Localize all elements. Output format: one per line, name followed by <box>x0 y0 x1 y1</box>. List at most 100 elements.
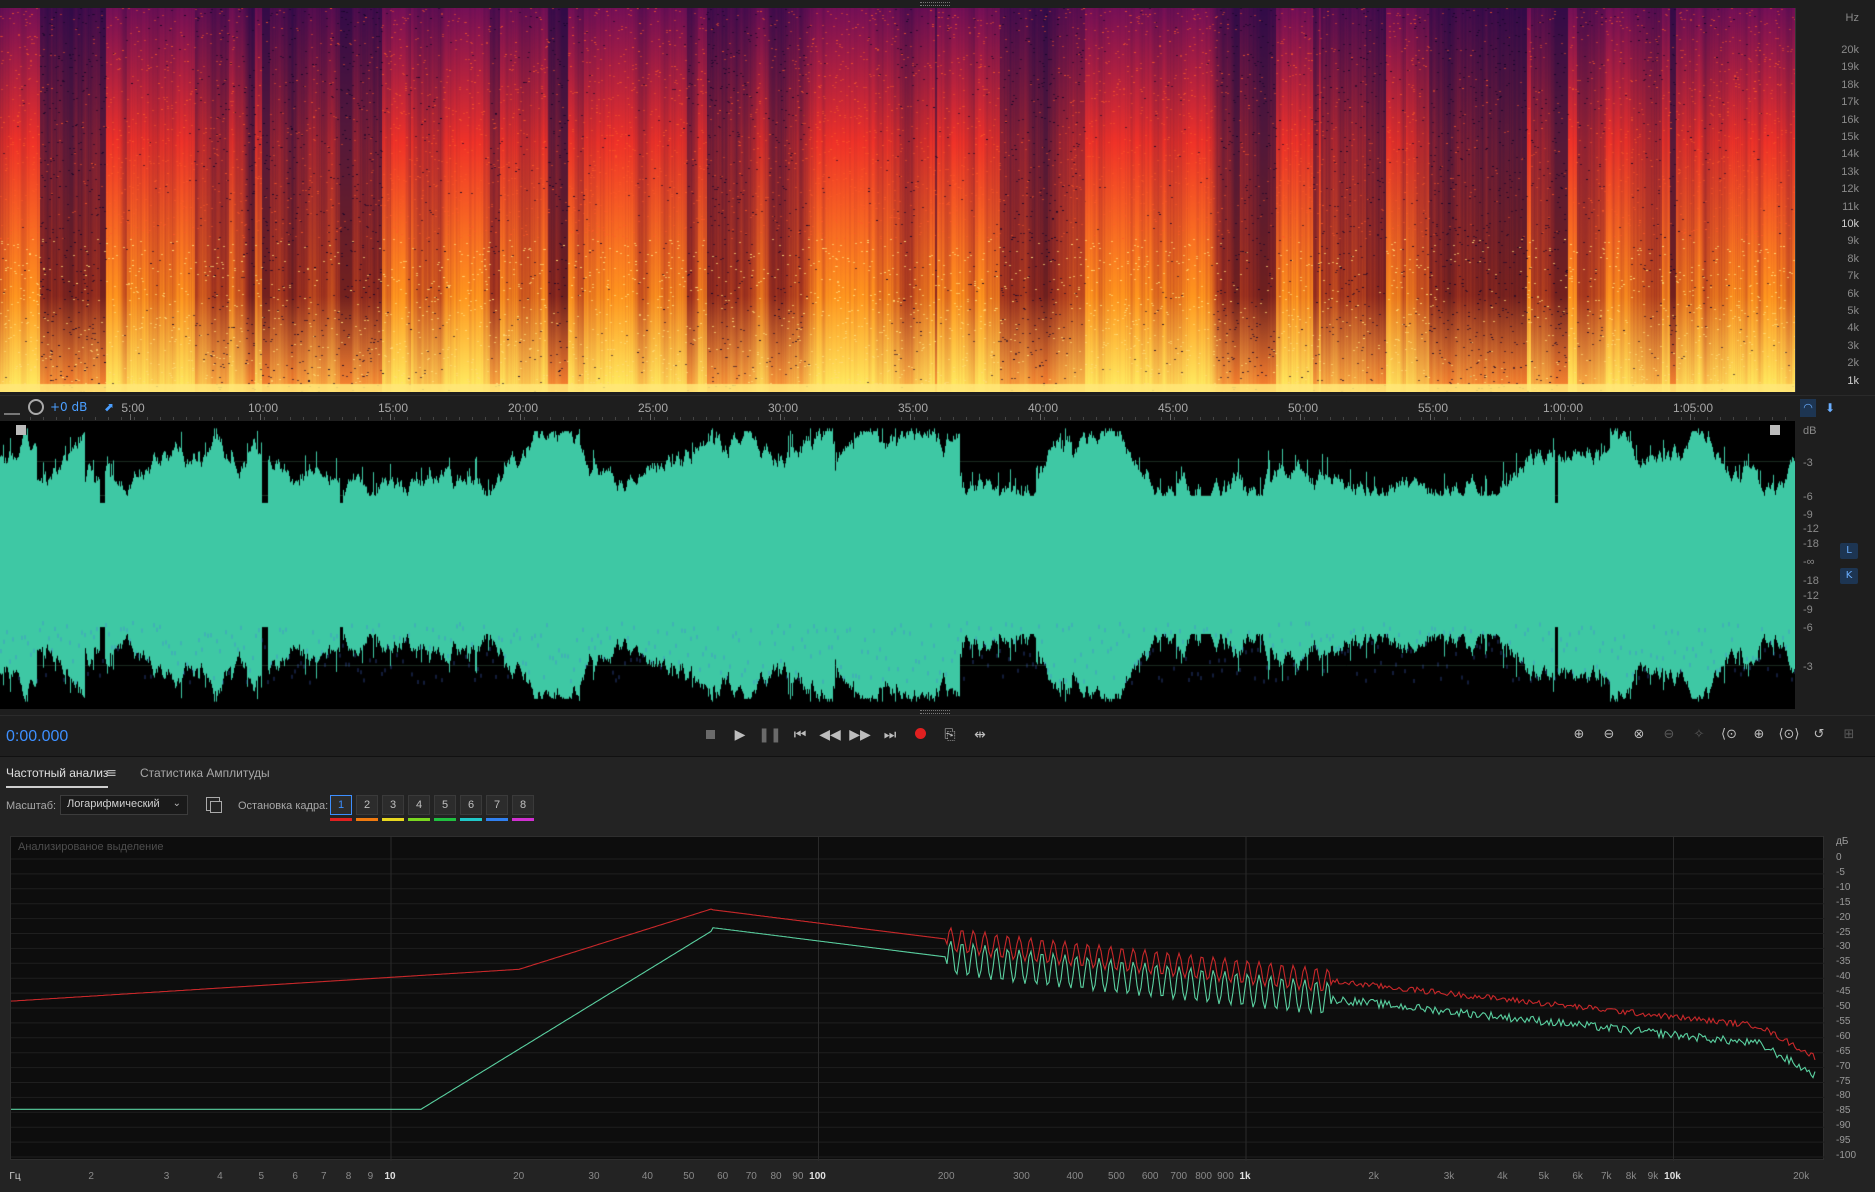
timeline-minor-tick <box>966 417 967 420</box>
timeline-minor-tick <box>1564 417 1565 420</box>
tab-amplitude-statistics[interactable]: Статистика Амплитуды <box>140 766 270 780</box>
timeline-minor-tick <box>1590 417 1591 420</box>
freeze-frame-button-8[interactable]: 8 <box>512 795 534 815</box>
frequency-axis: Гц 2 3 4 5 6 7 8 9 10 20 30 40 50 60 70 80 90 100 200 300 40… <box>0 1160 1875 1192</box>
timeline-minor-tick <box>43 417 44 420</box>
frequency-axis-label: 3k <box>1443 1171 1455 1182</box>
gain-value[interactable]: +0 dB <box>50 400 87 414</box>
zoom-in-left-button[interactable]: ⟨⊙ <box>1716 724 1742 746</box>
timeline-ruler[interactable]: ⬈ 5:00 10:00 15:00 20:00 25:00 30:00 35:00 40:0… <box>0 395 1875 421</box>
waveform-resize-handle[interactable] <box>920 710 950 714</box>
frequency-axis-label: 2k <box>1368 1171 1379 1182</box>
waveform-db-label: -∞ <box>1803 556 1815 568</box>
timeline-minor-tick <box>641 417 642 420</box>
zoom-reset-button[interactable]: ⊗ <box>1626 724 1652 746</box>
zoom-to-playhead-button[interactable]: ⊞ <box>1836 724 1862 746</box>
timeline-minor-tick <box>56 417 57 420</box>
waveform-db-label: -6 <box>1803 622 1813 634</box>
pause-button[interactable]: ❚❚ <box>758 724 782 746</box>
channel-right-badge[interactable]: K <box>1840 568 1858 584</box>
zoom-out-full-button[interactable]: ⟨⊙⟩ <box>1776 724 1802 746</box>
freeze-frame-button-3[interactable]: 3 <box>382 795 404 815</box>
zoom-history-button[interactable]: ↺ <box>1806 724 1832 746</box>
spectrogram-canvas <box>0 8 1795 392</box>
timeline-minor-tick <box>1603 417 1604 420</box>
channel-left-badge[interactable]: L <box>1840 543 1858 559</box>
freeze-frame-button-2[interactable]: 2 <box>356 795 378 815</box>
go-to-start-button[interactable]: ⏮ <box>788 724 812 746</box>
gain-knob-icon[interactable] <box>28 399 44 415</box>
spectrogram-view[interactable] <box>0 8 1795 392</box>
zoom-reset-icon: ⊗ <box>1633 727 1645 742</box>
freeze-frame-button-1[interactable]: 1 <box>330 795 352 815</box>
timeline-minor-tick <box>784 417 785 420</box>
headphones-icon[interactable]: ◠ <box>1800 399 1816 417</box>
tab-frequency-analysis[interactable]: Частотный анализ <box>6 766 109 788</box>
play-button[interactable]: ▶ <box>728 724 752 746</box>
frequency-axis-label: 30 <box>588 1171 600 1182</box>
timeline-minor-tick <box>797 417 798 420</box>
frequency-db-label: -90 <box>1836 1120 1851 1132</box>
copy-graph-icon[interactable] <box>206 797 222 813</box>
timeline-minor-tick <box>1655 417 1656 420</box>
zoom-in-time-button[interactable]: ⊕ <box>1746 724 1772 746</box>
freeze-frame-color-bar <box>382 818 404 821</box>
stop-button[interactable] <box>698 724 722 746</box>
current-time-display[interactable]: 0:00.000 <box>6 728 68 746</box>
timeline-minor-tick <box>1421 417 1422 420</box>
freeze-frame-label: Остановка кадра: <box>238 800 329 812</box>
timeline-minor-tick <box>550 417 551 420</box>
waveform-db-label: -9 <box>1803 509 1813 521</box>
timeline-minor-tick <box>1746 417 1747 420</box>
panel-resize-handle[interactable] <box>920 2 950 6</box>
freeze-frame-button-4[interactable]: 4 <box>408 795 430 815</box>
timeline-minor-tick <box>472 417 473 420</box>
freeze-frame-button-7[interactable]: 7 <box>486 795 508 815</box>
timeline-label: 1:00:00 <box>1542 401 1584 415</box>
go-to-end-button[interactable]: ⏭ <box>878 724 902 746</box>
timeline-minor-tick <box>1512 417 1513 420</box>
frequency-axis-label: 6 <box>292 1171 298 1182</box>
frequency-axis-label: 9 <box>367 1171 374 1182</box>
marker-icon[interactable]: ⬇ <box>1822 399 1838 417</box>
freeze-frame-button-6[interactable]: 6 <box>460 795 482 815</box>
frequency-axis-label: 7k <box>1600 1171 1612 1182</box>
timeline-minor-tick <box>1356 417 1357 420</box>
timeline-label: 5:00 <box>121 401 145 415</box>
scale-dropdown[interactable]: Логарифмический ⌄ <box>60 795 188 815</box>
skip-selection-button[interactable]: ⇹ <box>968 724 992 746</box>
timeline-minor-tick <box>1057 417 1058 420</box>
timeline-minor-tick <box>1707 417 1708 420</box>
zoom-out-amplitude-button[interactable]: ⊖ <box>1596 724 1622 746</box>
zoom-selection-button[interactable]: ⊖ <box>1656 724 1682 746</box>
frequency-db-label: -10 <box>1836 881 1851 893</box>
frequency-axis-label: 40 <box>641 1171 653 1182</box>
zoom-fit-button[interactable]: ✧ <box>1686 724 1712 746</box>
timeline-minor-tick <box>1486 417 1487 420</box>
level-meter-icon[interactable] <box>4 401 20 415</box>
frequency-db-label: -50 <box>1836 1001 1851 1012</box>
freeze-frame-button-5[interactable]: 5 <box>434 795 456 815</box>
fade-out-handle-icon[interactable] <box>1770 425 1780 435</box>
frequency-analysis-graph[interactable] <box>10 836 1825 1161</box>
frequency-db-label: -5 <box>1836 866 1845 878</box>
fade-in-handle-icon[interactable] <box>16 425 26 435</box>
skip-end-icon: ⏭ <box>883 727 897 743</box>
zoom-in-amplitude-button[interactable]: ⊕ <box>1566 724 1592 746</box>
freeze-frame-color-bar <box>512 818 534 821</box>
timeline-minor-tick <box>628 417 629 420</box>
timeline-minor-tick <box>1447 417 1448 420</box>
record-button[interactable] <box>908 724 932 746</box>
timeline-minor-tick <box>537 417 538 420</box>
spectrogram-frequency-label: 11k <box>1842 200 1859 213</box>
timeline-minor-tick <box>69 417 70 420</box>
waveform-db-label: -18 <box>1803 538 1819 550</box>
pin-icon[interactable]: ⬈ <box>104 400 114 414</box>
rewind-button[interactable]: ◀◀ <box>818 724 842 746</box>
tab-menu-icon[interactable]: ≡ <box>106 766 117 781</box>
waveform-view[interactable] <box>0 421 1795 709</box>
loop-button[interactable]: ⎘ <box>938 724 962 746</box>
timeline-minor-tick <box>1135 417 1136 420</box>
timeline-minor-tick <box>979 417 980 420</box>
fast-forward-button[interactable]: ▶▶ <box>848 724 872 746</box>
